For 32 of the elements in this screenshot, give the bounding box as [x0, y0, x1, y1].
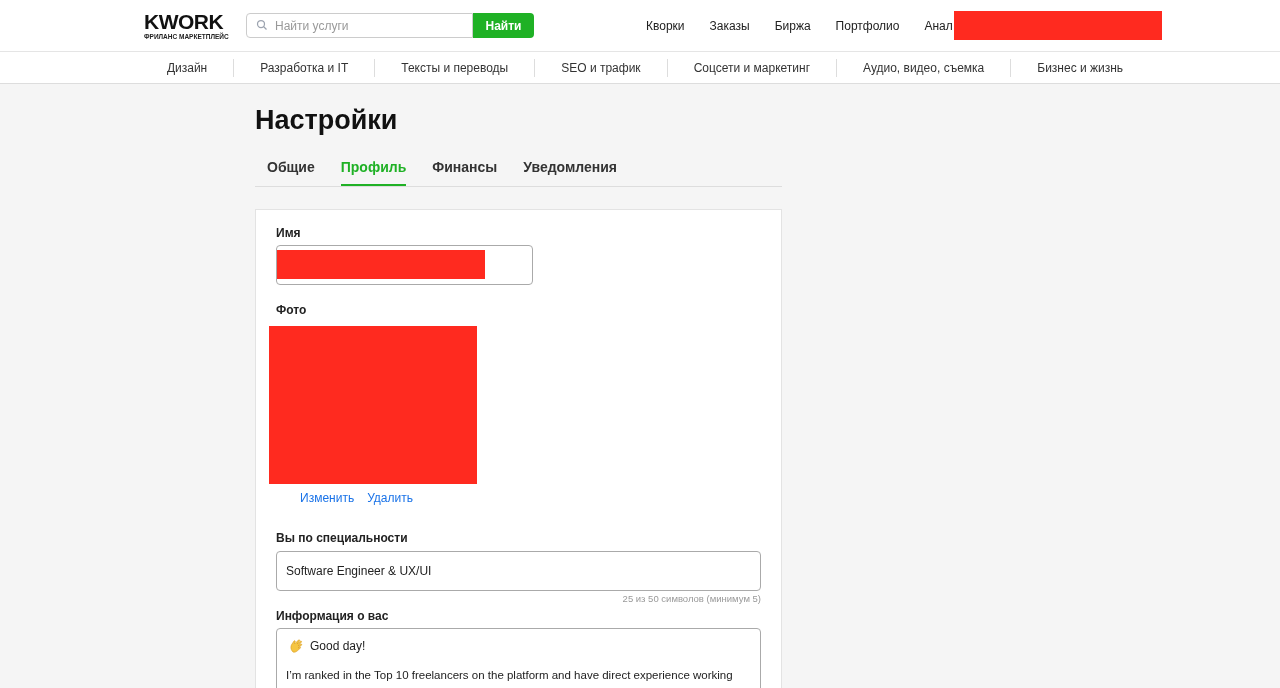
settings-tab[interactable]: Общие	[267, 156, 315, 186]
nav-link[interactable]: Заказы	[709, 16, 750, 35]
search-icon	[256, 19, 268, 31]
photo-action-link[interactable]: Изменить	[300, 488, 355, 507]
photo-action-link[interactable]: Удалить	[367, 488, 413, 507]
category-link[interactable]: Дизайн	[140, 58, 234, 77]
category-link[interactable]: SEO и трафик	[535, 58, 667, 77]
about-text-line: I’m ranked in the Top 10 freelancers on the platform and have direct experience working	[286, 667, 734, 683]
search-field[interactable]: Найти услуги	[246, 13, 473, 38]
page-title: Настройки	[255, 104, 399, 137]
field-label: Фото	[276, 301, 308, 319]
category-link[interactable]: Соцсети и маркетинг	[667, 58, 836, 77]
settings-tab[interactable]: Финансы	[432, 156, 498, 186]
nav-link[interactable]: Кворки	[646, 16, 685, 35]
settings-tab[interactable]: Уведомления	[523, 156, 617, 186]
waving-hand-icon	[289, 637, 305, 654]
category-link[interactable]: Бизнес и жизнь	[1011, 58, 1150, 77]
category-link[interactable]: Разработка и IT	[234, 58, 375, 77]
name-field[interactable]	[276, 244, 533, 285]
nav-link[interactable]: Биржа	[774, 16, 811, 35]
field-label: Информация о вас	[276, 607, 390, 625]
specialty-field[interactable]: Software Engineer & UX/UI	[276, 550, 761, 591]
category-link[interactable]: Аудио, видео, съемка	[837, 58, 1011, 77]
logo-wordmark[interactable]: KWORK	[144, 10, 234, 32]
field-label: Имя	[276, 224, 302, 242]
character-count: 25 из 50 символов (минимум 5)	[621, 591, 761, 606]
category-link[interactable]: Тексты и переводы	[375, 58, 535, 77]
about-text-line: Good day!	[310, 637, 366, 655]
nav-link[interactable]: Портфолио	[835, 16, 900, 35]
about-textarea[interactable]: Good day! I’m ranked in the Top 10 freelancers on the platform and have direct experience working	[276, 627, 761, 688]
field-label: Вы по специальности	[276, 529, 409, 547]
nav-link[interactable]: Анал	[924, 16, 953, 35]
